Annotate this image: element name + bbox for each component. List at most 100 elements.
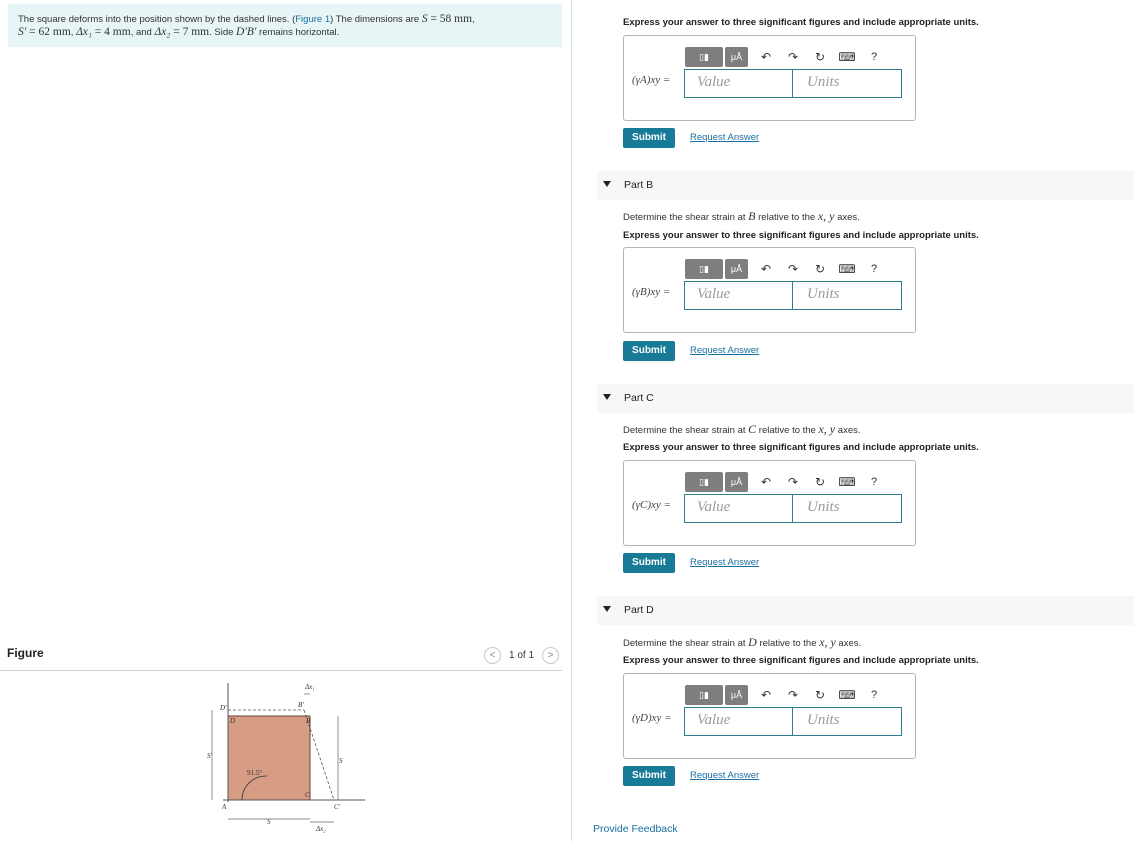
label-c: C <box>305 791 310 799</box>
math-toolbar: ▯▮ μÅ ↶ ↷ ↻ ⌨ ? <box>685 259 885 279</box>
math-value: = 4 mm <box>91 26 131 38</box>
redo-button[interactable]: ↷ <box>782 685 804 705</box>
next-figure-button[interactable]: > <box>542 647 560 664</box>
request-answer-link-c[interactable]: Request Answer <box>690 557 759 568</box>
units-input-a[interactable]: Units <box>792 69 902 98</box>
units-button[interactable]: μÅ <box>725 685 748 705</box>
caret-down-icon <box>603 394 611 400</box>
templates-icon: ▯▮ <box>699 51 709 62</box>
reset-icon: ↻ <box>814 262 826 276</box>
units-button[interactable]: μÅ <box>725 47 748 67</box>
answer-box-c: ▯▮ μÅ ↶ ↷ ↻ ⌨ ? (γC)xy = Value Units <box>623 460 916 546</box>
keyboard-button[interactable]: ⌨ <box>836 472 858 492</box>
figure-pager: < 1 of 1 > <box>484 647 560 664</box>
reset-button[interactable]: ↻ <box>809 685 831 705</box>
answer-label-a: (γA)xy = <box>632 74 671 86</box>
undo-button[interactable]: ↶ <box>755 685 777 705</box>
page: The square deforms into the position sho… <box>0 0 1134 841</box>
math-symbol: Δx₁ <box>76 26 92 38</box>
problem-text: ) The dimensions are <box>330 14 422 25</box>
undo-button[interactable]: ↶ <box>755 472 777 492</box>
submit-button-b[interactable]: Submit <box>623 341 675 361</box>
math-symbol: C <box>748 422 757 436</box>
keyboard-icon: ⌨ <box>838 688 856 702</box>
value-input-a[interactable]: Value <box>684 69 793 98</box>
undo-button[interactable]: ↶ <box>755 259 777 279</box>
part-c-description: Determine the shear strain at C relative… <box>623 422 861 437</box>
submit-button-d[interactable]: Submit <box>623 766 675 786</box>
provide-feedback-link[interactable]: Provide Feedback <box>593 823 678 835</box>
help-button[interactable]: ? <box>863 47 885 67</box>
desc-text: axes. <box>834 212 860 223</box>
reset-button[interactable]: ↻ <box>809 259 831 279</box>
label-b-prime: B′ <box>298 701 304 709</box>
pager-text: 1 of 1 <box>509 650 535 661</box>
reset-button[interactable]: ↻ <box>809 472 831 492</box>
request-answer-link-d[interactable]: Request Answer <box>690 770 759 781</box>
label-c-prime: C′ <box>334 803 341 811</box>
math-symbol: D′B′ <box>236 26 257 38</box>
math-symbol: x, y <box>817 209 835 223</box>
left-panel: The square deforms into the position sho… <box>0 0 572 841</box>
units-input-c[interactable]: Units <box>792 494 902 523</box>
redo-icon: ↷ <box>787 262 799 276</box>
units-input-b[interactable]: Units <box>792 281 902 310</box>
keyboard-button[interactable]: ⌨ <box>836 47 858 67</box>
help-button[interactable]: ? <box>863 472 885 492</box>
units-button[interactable]: μÅ <box>725 259 748 279</box>
math-symbol: B <box>748 209 756 223</box>
keyboard-icon: ⌨ <box>838 50 856 64</box>
undo-icon: ↶ <box>760 475 772 489</box>
templates-button[interactable]: ▯▮ <box>685 472 723 492</box>
keyboard-button[interactable]: ⌨ <box>836 685 858 705</box>
units-input-d[interactable]: Units <box>792 707 902 736</box>
help-button[interactable]: ? <box>863 685 885 705</box>
redo-icon: ↷ <box>787 50 799 64</box>
redo-button[interactable]: ↷ <box>782 47 804 67</box>
redo-button[interactable]: ↷ <box>782 259 804 279</box>
problem-text: . Side <box>209 27 237 38</box>
desc-text: Determine the shear strain at <box>623 425 749 436</box>
submit-button-c[interactable]: Submit <box>623 553 675 573</box>
problem-text: , and <box>130 27 155 38</box>
templates-icon: ▯▮ <box>699 476 709 487</box>
answer-label-c: (γC)xy = <box>632 499 671 511</box>
label-b: B <box>306 717 311 725</box>
figure-link[interactable]: Figure 1 <box>295 14 330 25</box>
value-input-d[interactable]: Value <box>684 707 793 736</box>
problem-statement: The square deforms into the position sho… <box>8 4 562 47</box>
caret-down-icon <box>603 606 611 612</box>
units-button[interactable]: μÅ <box>725 472 748 492</box>
help-icon: ? <box>870 476 878 488</box>
submit-button-a[interactable]: Submit <box>623 128 675 148</box>
templates-button[interactable]: ▯▮ <box>685 47 723 67</box>
undo-button[interactable]: ↶ <box>755 47 777 67</box>
answer-box-d: ▯▮ μÅ ↶ ↷ ↻ ⌨ ? (γD)xy = Value Units <box>623 673 916 759</box>
redo-button[interactable]: ↷ <box>782 472 804 492</box>
reset-icon: ↻ <box>814 50 826 64</box>
part-c-header[interactable]: Part C <box>597 384 1134 413</box>
right-panel: Express your answer to three significant… <box>573 0 1134 841</box>
redo-icon: ↷ <box>787 688 799 702</box>
request-answer-link-b[interactable]: Request Answer <box>690 345 759 356</box>
label-s-bottom: S <box>267 818 271 826</box>
keyboard-button[interactable]: ⌨ <box>836 259 858 279</box>
math-value: = 58 mm <box>427 13 473 25</box>
square-plate <box>227 715 311 801</box>
templates-button[interactable]: ▯▮ <box>685 259 723 279</box>
value-input-b[interactable]: Value <box>684 281 793 310</box>
templates-button[interactable]: ▯▮ <box>685 685 723 705</box>
templates-icon: ▯▮ <box>699 263 709 274</box>
reset-button[interactable]: ↻ <box>809 47 831 67</box>
math-symbol: Δx₂ <box>154 26 171 38</box>
value-input-c[interactable]: Value <box>684 494 793 523</box>
desc-text: Determine the shear strain at <box>623 212 749 223</box>
request-answer-link-a[interactable]: Request Answer <box>690 132 759 143</box>
part-b-header[interactable]: Part B <box>597 171 1134 200</box>
prev-figure-button[interactable]: < <box>484 647 501 664</box>
part-d-header[interactable]: Part D <box>597 596 1134 625</box>
help-button[interactable]: ? <box>863 259 885 279</box>
answer-label-d: (γD)xy = <box>632 712 672 724</box>
desc-text: relative to the <box>756 425 819 436</box>
part-d-title: Part D <box>624 604 654 616</box>
